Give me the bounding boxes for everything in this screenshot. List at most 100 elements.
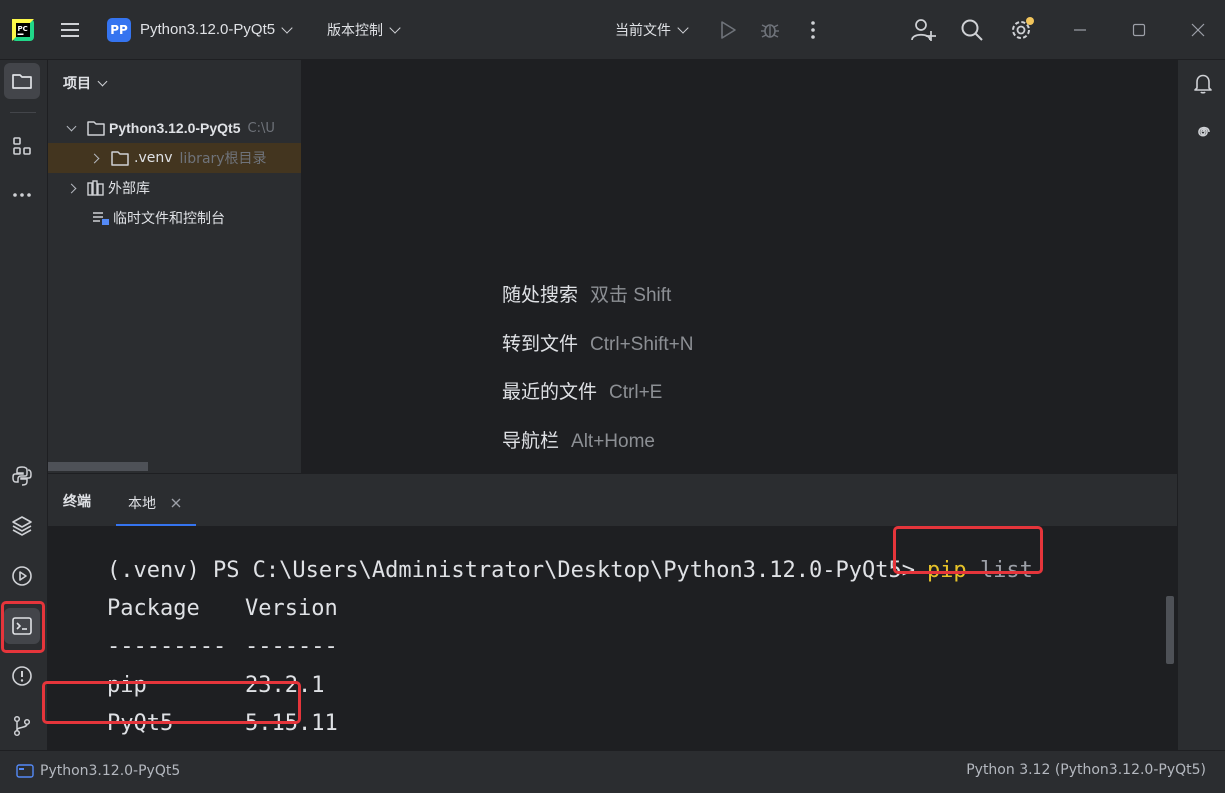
project-name: Python3.12.0-PyQt5 xyxy=(140,21,276,38)
folder-icon xyxy=(12,74,32,89)
maximize-button[interactable] xyxy=(1131,22,1147,38)
hint-action: 随处搜索 xyxy=(502,285,579,306)
tree-item-label: 临时文件和控制台 xyxy=(113,211,225,227)
tree-item-project-root[interactable]: Python3.12.0-PyQt5 C:\U xyxy=(48,113,301,143)
project-panel: 项目 Python3.12.0-PyQt5 C:\U .venv library… xyxy=(48,60,302,473)
more-tools-button[interactable] xyxy=(4,177,40,213)
hint-action: 导航栏 xyxy=(502,431,560,452)
editor-empty-area: 随处搜索 双击 Shift 转到文件 Ctrl+Shift+N 最近的文件 Ctrl+… xyxy=(302,60,1176,473)
pyqt5-row-highlight xyxy=(42,681,301,724)
terminal-title: 终端 xyxy=(63,494,91,510)
terminal-output[interactable]: (.venv) PS C:\Users\Administrator\Deskto… xyxy=(42,526,1177,750)
git-branch-icon xyxy=(13,715,31,737)
minimize-icon xyxy=(1074,29,1086,31)
python-packages-button[interactable] xyxy=(4,458,40,494)
bell-icon xyxy=(1194,74,1212,94)
minimize-button[interactable] xyxy=(1072,22,1088,38)
chevron-down-icon xyxy=(677,21,689,34)
scratches-icon xyxy=(93,212,109,225)
horizontal-scrollbar[interactable] xyxy=(48,462,148,471)
hint-shortcut: Alt+Home xyxy=(571,431,655,452)
status-interpreter[interactable]: Python 3.12 (Python3.12.0-PyQt5) xyxy=(966,762,1206,778)
project-panel-header[interactable]: 项目 xyxy=(63,72,108,94)
run-button[interactable] xyxy=(717,19,739,41)
tab-label: 本地 xyxy=(128,496,156,512)
tree-item-venv[interactable]: .venv library根目录 xyxy=(48,143,301,173)
add-user-icon xyxy=(911,19,936,41)
tree-item-path: C:\U xyxy=(247,120,275,136)
tree-item-label: 外部库 xyxy=(108,181,150,197)
hint-action: 最近的文件 xyxy=(502,382,598,403)
git-tool-button[interactable] xyxy=(4,708,40,744)
hint-recent-files: 最近的文件 Ctrl+E xyxy=(502,377,662,404)
folder-icon xyxy=(111,151,129,166)
project-window-icon xyxy=(16,764,34,778)
strip-divider xyxy=(10,112,36,113)
title-bar: PC PP Python3.12.0-PyQt5 版本控制 当前文件 xyxy=(0,0,1225,60)
vertical-scrollbar[interactable] xyxy=(1166,596,1174,664)
hint-navigation-bar: 导航栏 Alt+Home xyxy=(502,426,655,453)
hint-goto-file: 转到文件 Ctrl+Shift+N xyxy=(502,329,694,356)
services-icon xyxy=(12,566,32,586)
structure-icon xyxy=(13,137,31,155)
problems-icon xyxy=(12,666,32,686)
run-config-selector[interactable]: 当前文件 xyxy=(615,0,689,59)
terminal-tab-local[interactable]: 本地 xyxy=(116,482,196,526)
settings-button[interactable] xyxy=(1009,16,1035,42)
terminal-header: 终端 本地 xyxy=(48,474,1177,526)
close-tab-icon[interactable] xyxy=(170,497,182,509)
project-badge: PP xyxy=(107,17,131,42)
ai-assistant-button[interactable] xyxy=(1191,120,1215,144)
layers-tool-button[interactable] xyxy=(4,508,40,544)
tree-item-hint: library根目录 xyxy=(179,151,267,167)
hint-action: 转到文件 xyxy=(502,334,579,355)
library-icon xyxy=(87,180,104,196)
tree-item-external-libraries[interactable]: 外部库 xyxy=(48,173,301,203)
play-icon xyxy=(721,21,736,39)
tree-item-label: Python3.12.0-PyQt5 xyxy=(109,120,241,136)
search-icon xyxy=(961,19,983,41)
chevron-down-icon xyxy=(281,21,293,34)
hint-shortcut: Ctrl+E xyxy=(609,382,663,403)
vcs-menu[interactable]: 版本控制 xyxy=(327,0,401,59)
chevron-down-icon xyxy=(389,21,401,34)
right-tool-strip xyxy=(1177,60,1225,750)
services-tool-button[interactable] xyxy=(4,558,40,594)
pycharm-logo-icon: PC xyxy=(12,19,34,41)
python-icon xyxy=(12,466,32,486)
tree-item-scratches[interactable]: 临时文件和控制台 xyxy=(48,203,301,233)
status-project[interactable]: Python3.12.0-PyQt5 xyxy=(16,751,180,791)
terminal-tool-highlight xyxy=(1,601,45,653)
problems-tool-button[interactable] xyxy=(4,658,40,694)
status-project-name: Python3.12.0-PyQt5 xyxy=(40,763,181,779)
svg-text:PC: PC xyxy=(18,25,28,33)
vcs-label: 版本控制 xyxy=(327,22,383,39)
main-menu-button[interactable] xyxy=(58,18,82,42)
left-tool-strip xyxy=(0,60,48,750)
bug-icon xyxy=(761,24,779,38)
debug-button[interactable] xyxy=(759,19,781,41)
project-panel-title: 项目 xyxy=(63,76,91,92)
maximize-icon xyxy=(1132,23,1146,37)
close-icon xyxy=(1191,23,1205,37)
more-actions-button[interactable] xyxy=(804,19,822,41)
hint-shortcut: Ctrl+Shift+N xyxy=(590,334,694,355)
hint-search-everywhere: 随处搜索 双击 Shift xyxy=(502,280,671,307)
project-tool-button[interactable] xyxy=(4,63,40,99)
layers-icon xyxy=(12,516,32,536)
spiral-icon xyxy=(1198,126,1210,137)
chevron-down-icon xyxy=(97,76,108,86)
more-horizontal-icon xyxy=(13,193,31,197)
structure-tool-button[interactable] xyxy=(4,128,40,164)
hamburger-icon xyxy=(61,23,79,37)
expand-arrow-icon xyxy=(66,183,77,193)
expand-arrow-icon xyxy=(89,153,100,163)
command-highlight xyxy=(893,526,1043,574)
search-everywhere-button[interactable] xyxy=(960,18,984,42)
close-window-button[interactable] xyxy=(1190,22,1206,38)
folder-icon xyxy=(87,121,105,136)
code-with-me-button[interactable] xyxy=(910,17,936,43)
project-switcher[interactable]: PP Python3.12.0-PyQt5 xyxy=(107,0,293,59)
more-vertical-icon xyxy=(811,21,815,39)
notifications-button[interactable] xyxy=(1191,71,1215,95)
